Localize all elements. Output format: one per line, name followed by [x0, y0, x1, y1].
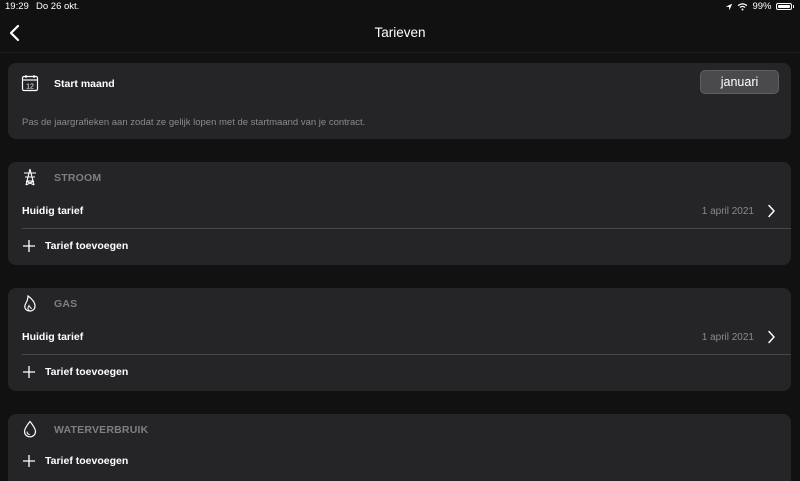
status-right: 99%	[725, 1, 794, 12]
location-icon	[726, 3, 733, 10]
start-month-label: Start maand	[54, 78, 115, 90]
plus-icon	[23, 366, 35, 378]
nav-bar: Tarieven	[0, 14, 800, 53]
stroom-title: STROOM	[54, 172, 102, 184]
stroom-add-tariff-button[interactable]: Tarief toevoegen	[22, 237, 222, 257]
water-drop-icon	[23, 420, 37, 438]
calendar-day-number: 12	[26, 84, 34, 91]
status-date: Do 26 okt.	[36, 1, 80, 12]
start-month-card: 12 Start maand januari Pas de jaargrafie…	[8, 63, 791, 139]
page-title: Tarieven	[374, 25, 426, 40]
gas-card: GAS Huidig tarief 1 april 2021 Tarief to…	[8, 288, 791, 391]
stroom-add-tariff-label: Tarief toevoegen	[45, 240, 129, 252]
battery-percentage: 99%	[752, 1, 772, 12]
gas-current-tariff-row[interactable]: Huidig tarief 1 april 2021	[8, 324, 791, 354]
water-add-tariff-label: Tarief toevoegen	[45, 455, 129, 467]
gas-title: GAS	[54, 298, 78, 310]
chevron-right-icon	[768, 330, 775, 344]
gas-current-tariff-label: Huidig tarief	[22, 331, 84, 343]
stroom-current-tariff-row[interactable]: Huidig tarief 1 april 2021	[8, 198, 791, 228]
status-time: 19:29	[5, 1, 29, 12]
chevron-right-icon	[768, 204, 775, 218]
stroom-divider	[22, 228, 791, 229]
battery-tip	[792, 5, 794, 8]
gas-divider	[22, 354, 791, 355]
plus-icon	[23, 240, 35, 252]
battery-icon	[775, 3, 792, 10]
status-bar: 19:29 Do 26 okt. 99%	[0, 0, 800, 14]
stroom-current-tariff-date: 1 april 2021	[701, 206, 754, 217]
gas-add-tariff-button[interactable]: Tarief toevoegen	[22, 363, 222, 383]
water-add-tariff-button[interactable]: Tarief toevoegen	[22, 452, 222, 472]
calendar-icon: 12	[21, 75, 39, 92]
start-month-select[interactable]: januari	[700, 70, 779, 94]
power-pylon-icon	[24, 168, 36, 186]
wifi-icon	[738, 2, 748, 10]
water-title: WATERVERBRUIK	[54, 424, 149, 436]
plus-icon	[23, 455, 35, 467]
start-month-description: Pas de jaargrafieken aan zodat ze gelijk…	[22, 117, 366, 128]
stroom-card: STROOM Huidig tarief 1 april 2021 Tarief…	[8, 162, 791, 265]
gas-add-tariff-label: Tarief toevoegen	[45, 366, 129, 378]
gas-current-tariff-date: 1 april 2021	[701, 332, 754, 343]
flame-icon	[24, 294, 36, 312]
stroom-current-tariff-label: Huidig tarief	[22, 205, 84, 217]
water-card: WATERVERBRUIK Tarief toevoegen	[8, 414, 791, 481]
